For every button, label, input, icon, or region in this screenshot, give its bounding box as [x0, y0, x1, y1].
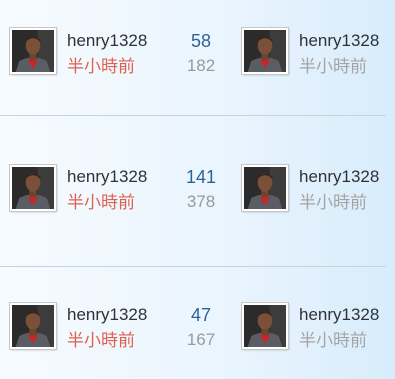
view-count: 182 [186, 56, 216, 75]
reply-count[interactable]: 141 [171, 167, 231, 187]
author-post-time: 半小時前 [67, 331, 135, 350]
last-post-avatar[interactable] [242, 165, 288, 211]
author-post-time: 半小時前 [67, 57, 135, 76]
last-post-time: 半小時前 [299, 331, 367, 350]
thread-row: henry1328 半小時前 141 378 henry1328 半小時前 [0, 160, 395, 220]
user-avatar-icon [244, 167, 286, 209]
thread-row: henry1328 半小時前 58 182 henry1328 半小時前 [0, 24, 395, 84]
last-post-username[interactable]: henry1328 [299, 305, 379, 325]
last-post-avatar[interactable] [242, 28, 288, 74]
user-avatar-icon [244, 305, 286, 347]
author-username[interactable]: henry1328 [67, 31, 147, 51]
reply-count[interactable]: 47 [171, 305, 231, 325]
reply-count[interactable]: 58 [171, 31, 231, 51]
author-username[interactable]: henry1328 [67, 305, 147, 325]
author-post-time: 半小時前 [67, 193, 135, 212]
thread-list: henry1328 半小時前 58 182 henry1328 半小時前 hen… [0, 0, 395, 379]
last-post-time: 半小時前 [299, 193, 367, 212]
user-avatar-icon [12, 30, 54, 72]
last-post-avatar[interactable] [242, 303, 288, 349]
author-username[interactable]: henry1328 [67, 167, 147, 187]
author-avatar[interactable] [10, 303, 56, 349]
row-divider [0, 115, 386, 116]
last-post-time: 半小時前 [299, 57, 367, 76]
author-avatar[interactable] [10, 28, 56, 74]
thread-row: henry1328 半小時前 47 167 henry1328 半小時前 [0, 298, 395, 358]
last-post-username[interactable]: henry1328 [299, 167, 379, 187]
user-avatar-icon [12, 305, 54, 347]
last-post-username[interactable]: henry1328 [299, 31, 379, 51]
row-divider [0, 266, 386, 267]
view-count: 378 [186, 192, 216, 211]
author-avatar[interactable] [10, 165, 56, 211]
user-avatar-icon [244, 30, 286, 72]
view-count: 167 [186, 330, 216, 349]
user-avatar-icon [12, 167, 54, 209]
